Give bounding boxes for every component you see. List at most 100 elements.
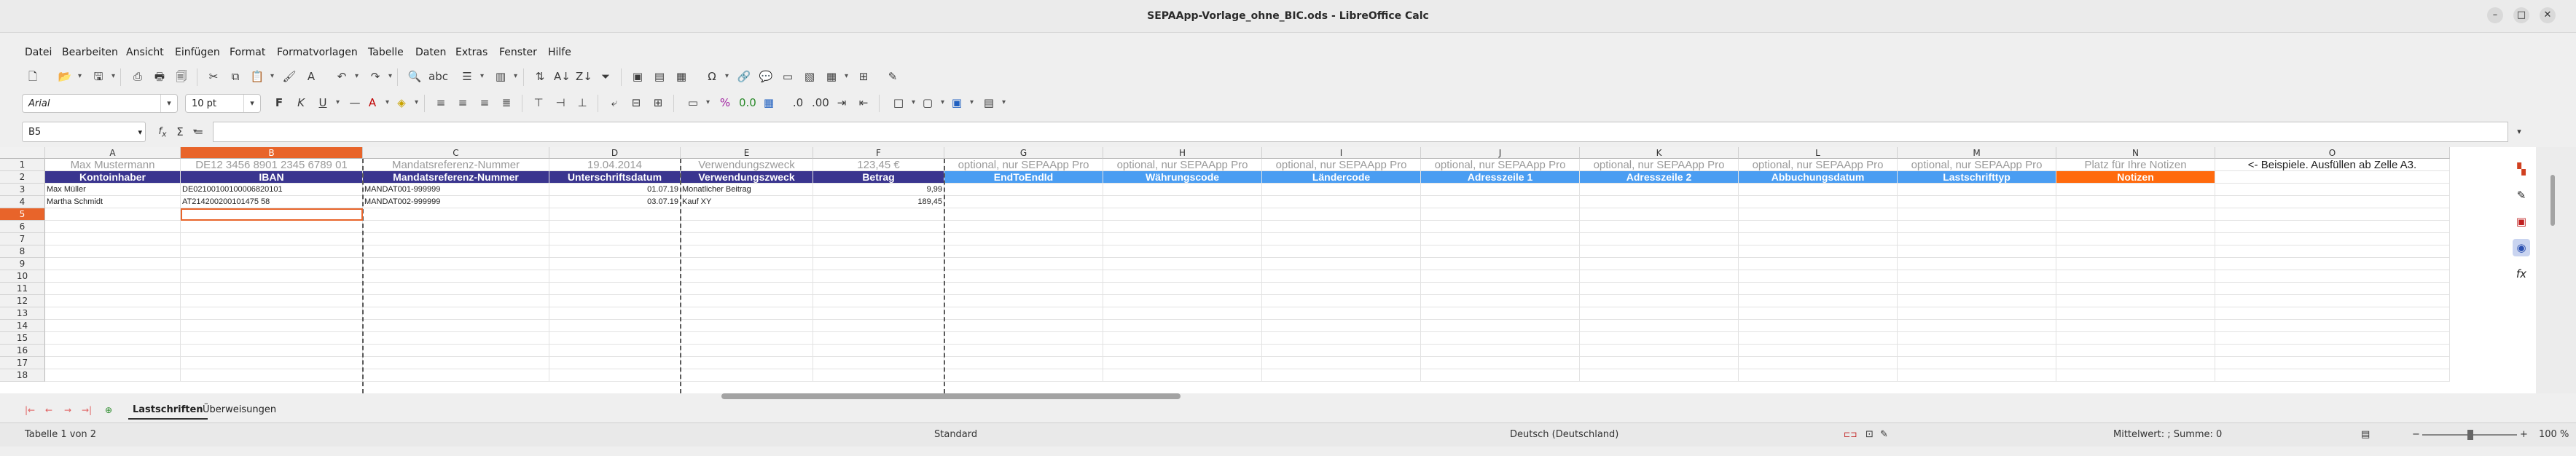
cell-d16[interactable] — [549, 345, 681, 357]
column-header-b[interactable]: B — [181, 147, 363, 159]
column-header-e[interactable]: E — [681, 147, 813, 159]
row-header-15[interactable]: 15 — [0, 332, 45, 345]
conditional-format-icon[interactable]: ▤ — [981, 95, 1006, 111]
cell-c5[interactable] — [363, 208, 549, 221]
clone-formatting-icon[interactable]: 🖌 — [281, 68, 297, 84]
row-header-11[interactable]: 11 — [0, 283, 45, 295]
cell-l11[interactable] — [1739, 283, 1898, 295]
cell-e2[interactable]: Verwendungszweck — [681, 171, 813, 184]
spreadsheet-grid[interactable]: A B C D E F G H I J K L M N O 1 2 3 4 5 6 7 8 9 10 11 12 13 14 15 16 17… — [0, 147, 2536, 393]
cell-e7[interactable] — [681, 233, 813, 245]
row-header-9[interactable]: 9 — [0, 258, 45, 270]
maximize-icon[interactable]: □ — [2513, 7, 2529, 23]
menu-tabelle[interactable]: Tabelle — [368, 41, 404, 64]
column-header-f[interactable]: F — [813, 147, 944, 159]
spelling-icon[interactable]: abc — [428, 68, 448, 84]
cell-n15[interactable] — [2056, 332, 2215, 345]
cell-j12[interactable] — [1421, 295, 1580, 307]
cell-a6[interactable] — [45, 221, 181, 233]
cell-d9[interactable] — [549, 258, 681, 270]
cell-e8[interactable] — [681, 245, 813, 258]
formula-input[interactable] — [213, 122, 2508, 142]
cell-j17[interactable] — [1421, 357, 1580, 369]
cell-d15[interactable] — [549, 332, 681, 345]
cell-j4[interactable] — [1421, 196, 1580, 208]
gallery-icon[interactable]: ▣ — [2513, 213, 2530, 230]
chevron-down-icon[interactable]: ▾ — [160, 95, 177, 112]
cell-m17[interactable] — [1898, 357, 2056, 369]
open-icon[interactable]: 📂 — [57, 68, 82, 84]
cell-d8[interactable] — [549, 245, 681, 258]
cell-n10[interactable] — [2056, 270, 2215, 283]
cell-j2[interactable]: Adresszeile 1 — [1421, 171, 1580, 184]
delete-decimal-icon[interactable]: .00 — [812, 95, 829, 111]
cell-h8[interactable] — [1103, 245, 1262, 258]
increase-indent-icon[interactable]: ⇥ — [834, 95, 850, 111]
cell-h7[interactable] — [1103, 233, 1262, 245]
column-header-a[interactable]: A — [45, 147, 181, 159]
cell-n12[interactable] — [2056, 295, 2215, 307]
cell-e15[interactable] — [681, 332, 813, 345]
add-decimal-icon[interactable]: .0 — [790, 95, 806, 111]
align-bottom-icon[interactable]: ⊥ — [574, 95, 590, 111]
cell-g18[interactable] — [944, 369, 1103, 382]
cell-n7[interactable] — [2056, 233, 2215, 245]
cell-k9[interactable] — [1580, 258, 1739, 270]
cell-n16[interactable] — [2056, 345, 2215, 357]
cell-k11[interactable] — [1580, 283, 1739, 295]
cell-a4[interactable]: Martha Schmidt — [45, 196, 181, 208]
cell-m3[interactable] — [1898, 184, 2056, 196]
cell-i2[interactable]: Ländercode — [1262, 171, 1421, 184]
column-header-d[interactable]: D — [549, 147, 681, 159]
cell-g8[interactable] — [944, 245, 1103, 258]
cell-n4[interactable] — [2056, 196, 2215, 208]
cell-o13[interactable] — [2215, 307, 2450, 320]
cell-d1[interactable]: 19.04.2014 — [549, 159, 681, 171]
properties-icon[interactable]: ▚ — [2513, 160, 2530, 178]
cell-l2[interactable]: Abbuchungsdatum — [1739, 171, 1898, 184]
cell-l17[interactable] — [1739, 357, 1898, 369]
row-header-8[interactable]: 8 — [0, 245, 45, 258]
cell-k2[interactable]: Adresszeile 2 — [1580, 171, 1739, 184]
cell-i1[interactable]: optional, nur SEPAApp Pro — [1262, 159, 1421, 171]
column-header-l[interactable]: L — [1739, 147, 1898, 159]
cell-f9[interactable] — [813, 258, 944, 270]
cell-f3[interactable]: 9,99 — [813, 184, 944, 196]
cell-c11[interactable] — [363, 283, 549, 295]
cell-l10[interactable] — [1739, 270, 1898, 283]
cell-b6[interactable] — [181, 221, 363, 233]
menu-daten[interactable]: Daten — [415, 41, 446, 64]
align-left-icon[interactable]: ≡ — [433, 95, 449, 111]
cell-b13[interactable] — [181, 307, 363, 320]
cell-h17[interactable] — [1103, 357, 1262, 369]
cell-e6[interactable] — [681, 221, 813, 233]
view-mode-icon[interactable]: ▤ — [2361, 423, 2370, 447]
cell-i15[interactable] — [1262, 332, 1421, 345]
cell-m16[interactable] — [1898, 345, 2056, 357]
cell-j6[interactable] — [1421, 221, 1580, 233]
cell-a5[interactable] — [45, 208, 181, 221]
menu-format[interactable]: Format — [230, 41, 265, 64]
cell-n2[interactable]: Notizen — [2056, 171, 2215, 184]
cell-g1[interactable]: optional, nur SEPAApp Pro — [944, 159, 1103, 171]
cell-i10[interactable] — [1262, 270, 1421, 283]
cell-d11[interactable] — [549, 283, 681, 295]
cell-k5[interactable] — [1580, 208, 1739, 221]
comment-icon[interactable]: 💬 — [758, 68, 774, 84]
cell-o6[interactable] — [2215, 221, 2450, 233]
align-middle-icon[interactable]: ⊣ — [552, 95, 568, 111]
next-sheet-icon[interactable]: → — [61, 402, 74, 418]
autofilter-icon[interactable]: ⏷ — [598, 68, 614, 84]
cell-o2[interactable] — [2215, 171, 2450, 184]
cell-g13[interactable] — [944, 307, 1103, 320]
border-style-icon[interactable]: ▢ — [920, 95, 944, 111]
cell-l4[interactable] — [1739, 196, 1898, 208]
cell-k17[interactable] — [1580, 357, 1739, 369]
cell-e5[interactable] — [681, 208, 813, 221]
cell-f15[interactable] — [813, 332, 944, 345]
cell-a2[interactable]: Kontoinhaber — [45, 171, 181, 184]
cell-a9[interactable] — [45, 258, 181, 270]
cell-b17[interactable] — [181, 357, 363, 369]
align-center-icon[interactable]: ≡ — [455, 95, 471, 111]
cell-o3[interactable] — [2215, 184, 2450, 196]
